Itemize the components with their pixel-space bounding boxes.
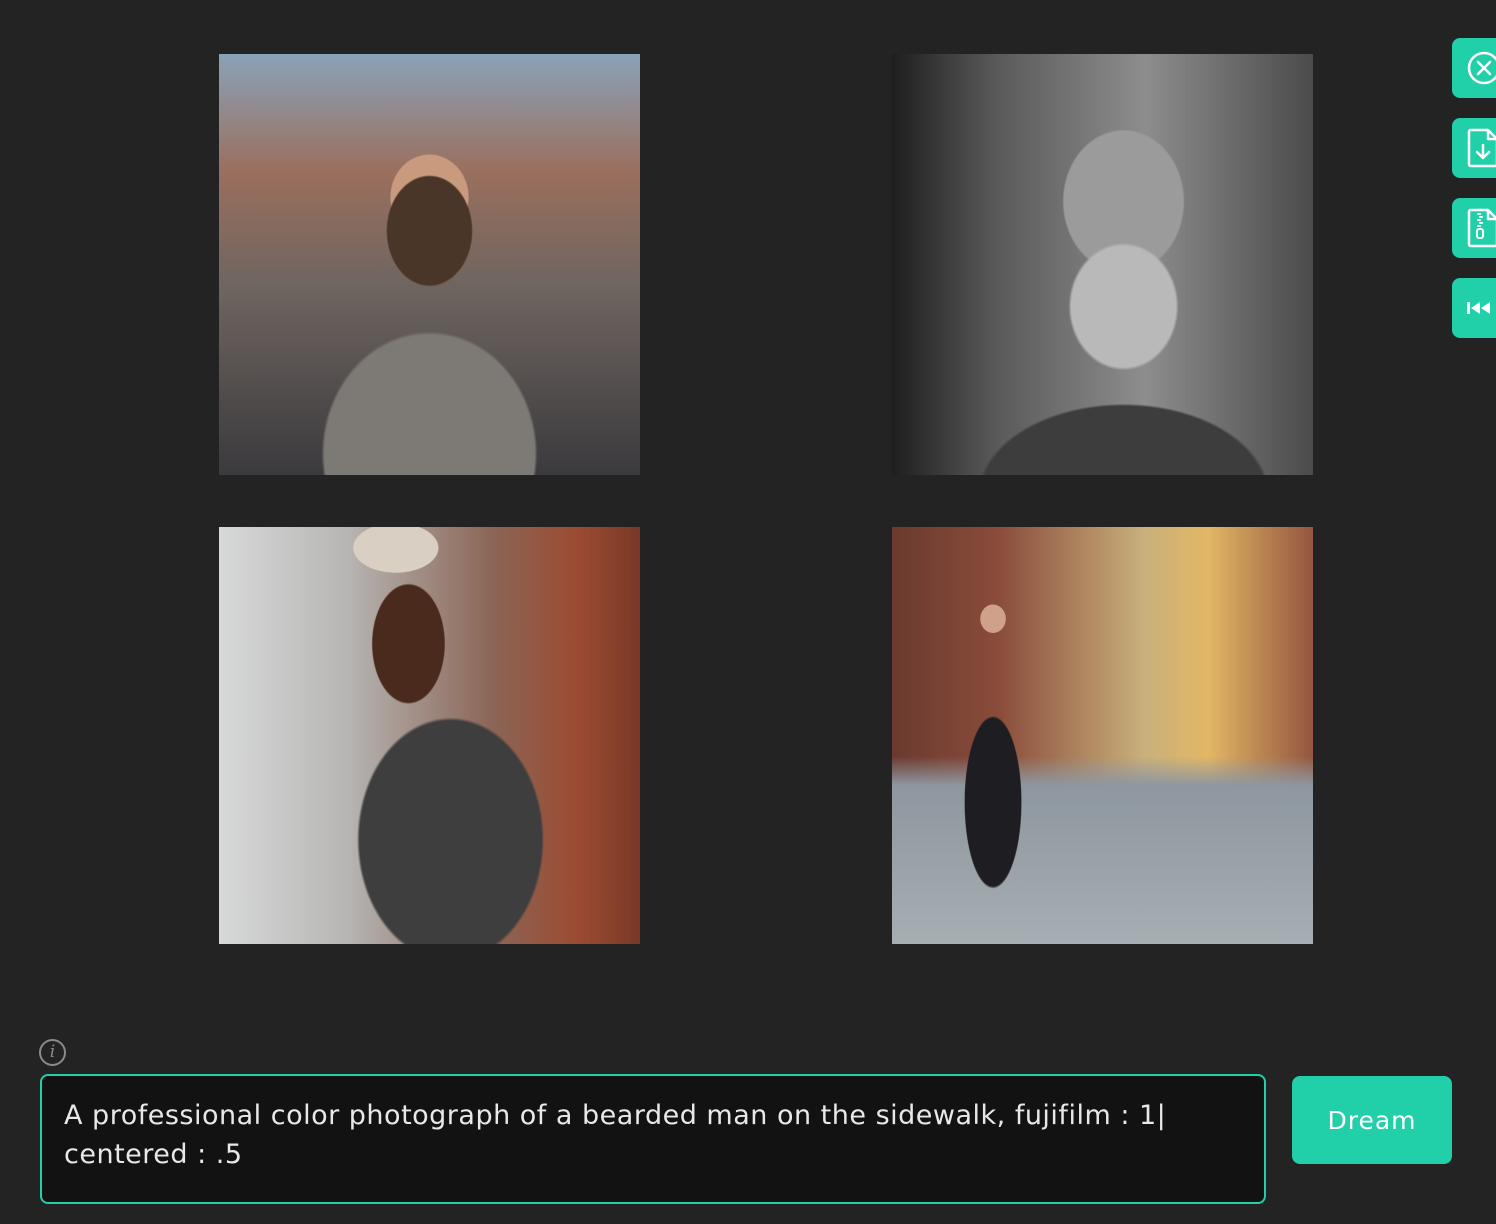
download-button[interactable] <box>1452 118 1496 178</box>
generated-image-2[interactable] <box>892 54 1313 475</box>
generated-image-3[interactable] <box>219 527 640 944</box>
reset-button[interactable] <box>1452 278 1496 338</box>
app-root: i A professional color photograph of a b… <box>0 0 1496 1224</box>
info-icon[interactable]: i <box>39 1039 66 1066</box>
clear-button[interactable] <box>1452 38 1496 98</box>
prompt-text: A professional color photograph of a bea… <box>64 1100 1167 1170</box>
download-zip-button[interactable] <box>1452 198 1496 258</box>
rewind-icon <box>1467 302 1490 314</box>
generated-image-1[interactable] <box>219 54 640 475</box>
generated-image-4[interactable] <box>892 527 1313 944</box>
prompt-input[interactable]: A professional color photograph of a bea… <box>40 1074 1266 1204</box>
file-download-icon <box>1467 128 1496 168</box>
file-zip-icon <box>1467 208 1496 248</box>
close-circle-icon <box>1467 51 1496 85</box>
dream-button[interactable]: Dream <box>1292 1076 1452 1164</box>
